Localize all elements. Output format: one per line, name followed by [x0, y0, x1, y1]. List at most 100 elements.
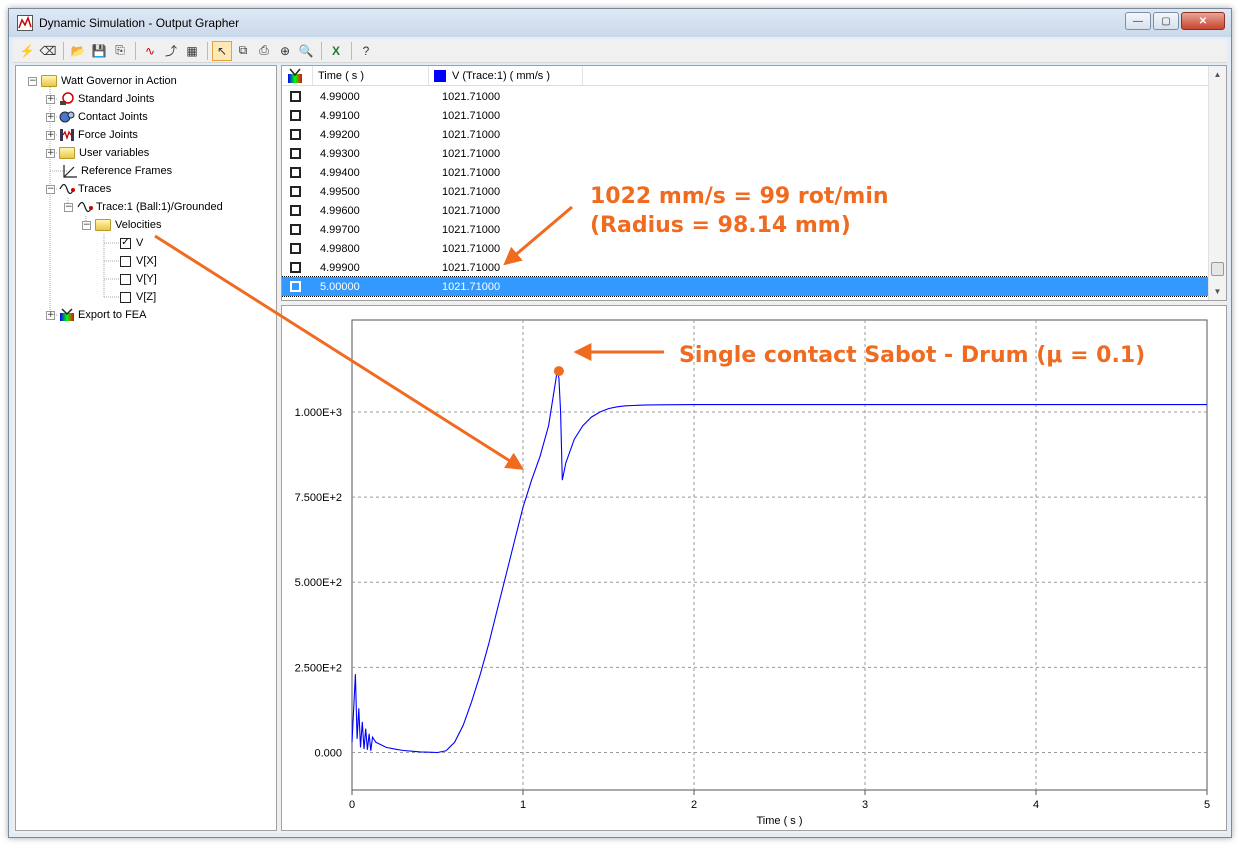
tree-item-label: Traces	[78, 183, 112, 195]
scroll-up-icon[interactable]: ▲	[1209, 66, 1226, 83]
column-header-time[interactable]: Time ( s )	[318, 70, 364, 82]
print-icon[interactable]: ⎙	[254, 41, 274, 61]
title-bar: Dynamic Simulation - Output Grapher — ▢ …	[9, 9, 1231, 37]
y-tick-label: 2.500E+2	[295, 662, 342, 674]
save-icon[interactable]: 💾	[89, 41, 109, 61]
open-folder-icon[interactable]: 📂	[68, 41, 88, 61]
row-checkbox[interactable]	[290, 205, 301, 216]
x-tick-label: 1	[520, 799, 526, 811]
tree-item-vz[interactable]: V[Z]	[120, 288, 156, 306]
tree-item-vy[interactable]: V[Y]	[120, 270, 157, 288]
row-checkbox[interactable]	[290, 148, 301, 159]
export-icon[interactable]: ⎘	[110, 41, 130, 61]
x-tick-label: 2	[691, 799, 697, 811]
minimize-icon: —	[1133, 15, 1143, 27]
row-checkbox[interactable]	[290, 243, 301, 254]
table-row[interactable]: 4.99900 1021.71000	[282, 258, 1208, 277]
table-scrollbar[interactable]: ▲ ▼	[1208, 66, 1226, 300]
cell-velocity: 1021.71000	[442, 185, 501, 198]
scroll-thumb[interactable]	[1211, 262, 1224, 276]
row-checkbox[interactable]	[290, 224, 301, 235]
tree-item-traces[interactable]: − Traces	[46, 180, 111, 198]
eraser-icon[interactable]: ⌫	[38, 41, 58, 61]
tree-item-standard-joints[interactable]: + Standard Joints	[46, 90, 154, 108]
minimize-button[interactable]: —	[1125, 12, 1151, 30]
checkbox-checked-icon[interactable]: ✓	[120, 237, 131, 249]
maximize-button[interactable]: ▢	[1153, 12, 1179, 30]
tree-item-velocities[interactable]: − Velocities	[82, 216, 161, 234]
cell-velocity: 1021.71000	[442, 90, 501, 103]
checkbox-icon[interactable]	[120, 291, 131, 303]
expand-icon[interactable]: +	[46, 310, 55, 320]
scroll-down-icon[interactable]: ▼	[1209, 283, 1226, 300]
table-row[interactable]: 5.00000 1021.71000	[282, 276, 1209, 297]
contact-joints-icon	[59, 111, 75, 123]
table-row[interactable]: 4.99200 1021.71000	[282, 125, 1208, 144]
folder-icon	[41, 75, 57, 87]
tree-item-v[interactable]: ✓ V	[120, 234, 143, 252]
expand-icon[interactable]: +	[46, 112, 55, 122]
add-trace-icon[interactable]: ∿	[140, 41, 160, 61]
tree-item-export-fea[interactable]: + Export to FEA	[46, 306, 146, 324]
table-row[interactable]: 4.99000 1021.71000	[282, 87, 1208, 106]
copy-icon[interactable]: ⧉	[233, 41, 253, 61]
pointer-icon[interactable]: ↖	[212, 40, 232, 61]
tree-item-reference-frames[interactable]: Reference Frames	[62, 162, 172, 180]
collapse-icon[interactable]: −	[82, 220, 91, 230]
cell-time: 4.99600	[320, 204, 360, 217]
add-curve-icon[interactable]: ⤴	[161, 41, 181, 61]
checkbox-icon[interactable]	[120, 255, 131, 267]
checkbox-icon[interactable]	[120, 273, 131, 285]
close-button[interactable]: ✕	[1181, 12, 1225, 30]
cell-time: 4.99200	[320, 128, 360, 141]
tree-root[interactable]: − Watt Governor in Action	[28, 72, 177, 90]
tree-item-label: V[Y]	[136, 273, 157, 285]
table-row[interactable]: 4.99300 1021.71000	[282, 144, 1208, 163]
tree-item-label: V[Z]	[136, 291, 157, 303]
collapse-icon[interactable]: −	[46, 184, 55, 194]
peak-marker	[553, 366, 564, 377]
row-checkbox[interactable]	[290, 262, 301, 273]
zoom-fit-icon[interactable]: ⊕	[275, 41, 295, 61]
collapse-icon[interactable]: −	[28, 76, 37, 86]
expand-icon[interactable]: +	[46, 130, 55, 140]
cell-velocity: 1021.71000	[442, 128, 501, 141]
x-tick-label: 0	[349, 799, 355, 811]
graph-panel[interactable]: 0 1 2 3 4 5 0.000 2.500E+2 5.000E+2 7.500E+2 1.000…	[281, 305, 1227, 831]
help-icon[interactable]: ?	[356, 41, 376, 61]
row-checkbox[interactable]	[290, 129, 301, 140]
collapse-icon[interactable]: −	[64, 202, 73, 212]
column-header-v[interactable]: V (Trace:1) ( mm/s )	[452, 70, 550, 82]
toolbar-separator	[351, 41, 352, 60]
toolbar: ⚡ ⌫ 📂 💾 ⎘ ∿ ⤴ ▦ ↖ ⧉ ⎙ ⊕ 🔍 X ?	[13, 39, 1227, 63]
cell-velocity: 1021.71000	[442, 242, 501, 255]
fea-export-icon	[60, 308, 74, 321]
expand-icon[interactable]: +	[46, 94, 55, 104]
cell-time: 4.99100	[320, 109, 360, 122]
row-checkbox[interactable]	[290, 110, 301, 121]
row-checkbox[interactable]	[290, 91, 301, 102]
tree-item-label: Velocities	[115, 219, 162, 231]
cell-time: 4.99500	[320, 185, 360, 198]
table-row[interactable]: 4.99400 1021.71000	[282, 163, 1208, 182]
compute-icon[interactable]: ⚡	[17, 41, 37, 61]
tree-item-contact-joints[interactable]: + Contact Joints	[46, 108, 148, 126]
expand-icon[interactable]: +	[46, 148, 55, 158]
table-row[interactable]: 4.99800 1021.71000	[282, 239, 1208, 258]
fea-export-icon[interactable]: ▦	[182, 41, 202, 61]
tree-item-vx[interactable]: V[X]	[120, 252, 157, 270]
window-title: Dynamic Simulation - Output Grapher	[39, 16, 240, 30]
tree-item-label: Trace:1 (Ball:1)/Grounded	[96, 201, 223, 213]
excel-icon[interactable]: X	[326, 41, 346, 61]
plot-area	[351, 319, 1208, 791]
tree-item-user-variables[interactable]: + User variables	[46, 144, 149, 162]
tree-item-force-joints[interactable]: + Force Joints	[46, 126, 138, 144]
row-checkbox[interactable]	[290, 281, 301, 292]
row-checkbox[interactable]	[290, 186, 301, 197]
zoom-icon[interactable]: 🔍	[296, 41, 316, 61]
output-grapher-window: Dynamic Simulation - Output Grapher — ▢ …	[8, 8, 1232, 838]
table-row[interactable]: 4.99100 1021.71000	[282, 106, 1208, 125]
row-checkbox[interactable]	[290, 167, 301, 178]
fea-export-icon[interactable]	[287, 68, 303, 84]
tree-item-trace-1[interactable]: − Trace:1 (Ball:1)/Grounded	[64, 198, 223, 216]
